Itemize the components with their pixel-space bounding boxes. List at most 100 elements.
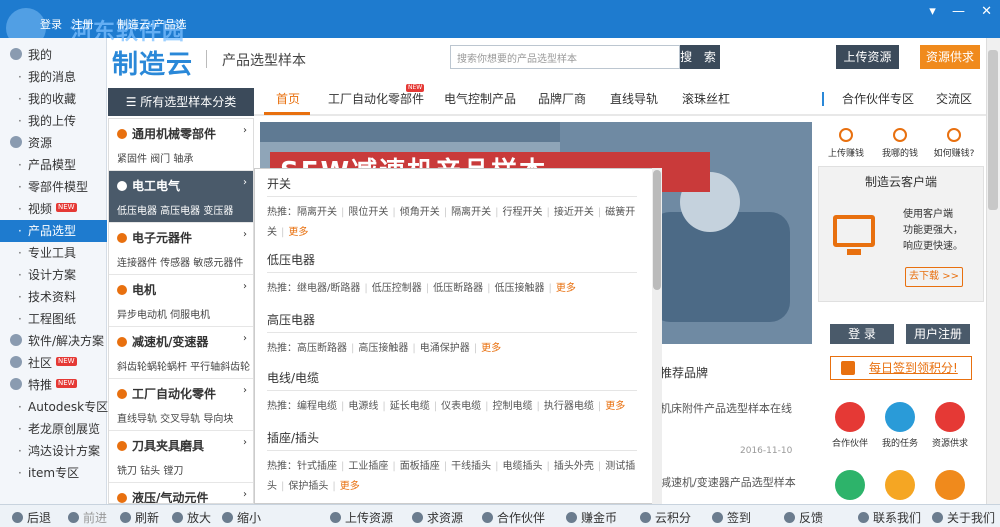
how-earn-link[interactable]: 如何赚钱? <box>926 128 982 159</box>
sidebar-item[interactable]: 视频NEW <box>0 198 107 220</box>
news-link[interactable]: 减速机/变速器产品选型样本 <box>660 474 796 490</box>
minimize-icon[interactable]: — <box>952 4 965 19</box>
more-link[interactable]: 更多 <box>605 401 625 412</box>
dropdown-link[interactable]: 倾角开关 <box>400 207 440 218</box>
sidebar-item[interactable]: 产品选型 <box>0 220 107 242</box>
dropdown-link[interactable]: 工业插座 <box>348 461 388 472</box>
category-item[interactable]: 减速机/变速器 斜齿轮蜗轮蜗杆 平行轴斜齿轮 › <box>109 327 253 379</box>
quick-link[interactable] <box>876 470 924 504</box>
sidebar-item[interactable]: 我的上传 <box>0 110 107 132</box>
quick-link[interactable] <box>826 470 874 504</box>
sidebar-item[interactable]: 我的收藏 <box>0 88 107 110</box>
sidebar-item[interactable]: 我的 <box>0 44 107 66</box>
dropdown-link[interactable]: 编程电缆 <box>297 401 337 412</box>
nav-forum[interactable]: 交流区 <box>936 90 972 107</box>
nav-partner-zone[interactable]: 合作伙伴专区 <box>842 90 914 107</box>
download-button[interactable]: 去下载 >> <box>905 267 963 287</box>
sidebar-item[interactable]: 产品模型 <box>0 154 107 176</box>
dropdown-link[interactable]: 电源线 <box>348 401 378 412</box>
category-item[interactable]: 液压/气动元件 › <box>109 483 253 503</box>
page-scroll-thumb[interactable] <box>988 50 998 210</box>
sidebar-item[interactable]: Autodesk专区 <box>0 396 108 418</box>
category-item[interactable]: 刀具夹具磨具 铣刀 钻头 镗刀 › <box>109 431 253 483</box>
dropdown-link[interactable]: 限位开关 <box>348 207 388 218</box>
upload-resource-button[interactable]: 上传资源 <box>836 45 899 69</box>
dropdown-link[interactable]: 插头外壳 <box>554 461 594 472</box>
category-item[interactable]: 通用机械零部件 紧固件 阀门 轴承 › <box>109 119 253 171</box>
more-link[interactable]: 更多 <box>556 283 576 294</box>
category-subitems[interactable]: 直线导轨 交叉导轨 导向块 <box>117 410 247 425</box>
dropdown-link[interactable]: 面板插座 <box>400 461 440 472</box>
toolbar-button[interactable]: 后退 <box>12 509 51 526</box>
quick-link[interactable] <box>926 470 974 504</box>
dropdown-link[interactable]: 针式插座 <box>297 461 337 472</box>
category-item[interactable]: 电机 异步电动机 伺服电机 › <box>109 275 253 327</box>
sidebar-item[interactable]: 老龙原创展览 <box>0 418 107 440</box>
dropdown-link[interactable]: 高压断路器 <box>297 343 347 354</box>
more-link[interactable]: 更多 <box>340 481 360 492</box>
category-subitems[interactable]: 低压电器 高压电器 变压器 <box>117 202 247 217</box>
toolbar-button[interactable]: 联系我们 <box>858 509 921 526</box>
register-link[interactable]: 注册 <box>72 18 94 31</box>
quick-link[interactable]: 我的任务 <box>876 402 924 449</box>
my-money-link[interactable]: 我哪的钱 <box>872 128 928 159</box>
sidebar-item[interactable]: 技术资料 <box>0 286 107 308</box>
nav-electrical-control[interactable]: 电气控制产品 <box>444 90 516 107</box>
sidebar-item[interactable]: 工程图纸 <box>0 308 107 330</box>
category-subitems[interactable]: 紧固件 阀门 轴承 <box>117 150 247 165</box>
category-subitems[interactable]: 异步电动机 伺服电机 <box>117 306 247 321</box>
sidebar-item[interactable]: 设计方案 <box>0 264 107 286</box>
dropdown-link[interactable]: 电涌保护器 <box>420 343 470 354</box>
sidebar-item[interactable]: 我的消息 <box>0 66 107 88</box>
toolbar-button[interactable]: 缩小 <box>222 509 261 526</box>
dropdown-link[interactable]: 仪表电缆 <box>441 401 481 412</box>
resource-supply-button[interactable]: 资源供求 <box>920 45 980 69</box>
toolbar-button[interactable]: 关于我们 <box>932 509 995 526</box>
dropdown-link[interactable]: 低压接触器 <box>495 283 545 294</box>
toolbar-button[interactable]: 签到 <box>712 509 751 526</box>
nav-brands[interactable]: 品牌厂商 <box>538 90 586 107</box>
upload-earn-link[interactable]: 上传赚钱 <box>818 128 874 159</box>
dropdown-link[interactable]: 接近开关 <box>554 207 594 218</box>
search-input[interactable]: 搜索你想要的产品选型样本 <box>450 45 680 69</box>
register-button[interactable]: 用户注册 <box>906 324 970 344</box>
dropdown-link[interactable]: 执行器电缆 <box>544 401 594 412</box>
more-link[interactable]: 更多 <box>481 343 501 354</box>
category-subitems[interactable]: 连接器件 传感器 敏感元器件 <box>117 254 247 269</box>
menu-icon[interactable]: ▾ <box>929 4 936 19</box>
sidebar-item[interactable]: 专业工具 <box>0 242 107 264</box>
dropdown-link[interactable]: 延长电缆 <box>390 401 430 412</box>
sidebar-item[interactable]: 社区 NEW <box>0 352 107 374</box>
toolbar-button[interactable]: 求资源 <box>412 509 463 526</box>
quick-link[interactable]: 合作伙伴 <box>826 402 874 449</box>
toolbar-button[interactable]: 刷新 <box>120 509 159 526</box>
login-button[interactable]: 登 录 <box>830 324 894 344</box>
sidebar-item[interactable]: item专区 <box>0 462 107 484</box>
dropdown-link[interactable]: 低压断路器 <box>433 283 483 294</box>
dropdown-link[interactable]: 电缆插头 <box>503 461 543 472</box>
nav-ball-screw[interactable]: 滚珠丝杠 <box>682 90 730 107</box>
dropdown-link[interactable]: 控制电缆 <box>493 401 533 412</box>
toolbar-button[interactable]: 放大 <box>172 509 211 526</box>
dropdown-link[interactable]: 保护插头 <box>288 481 328 492</box>
dropdown-link[interactable]: 隔离开关 <box>451 207 491 218</box>
dropdown-link[interactable]: 行程开关 <box>503 207 543 218</box>
daily-signin-link[interactable]: 每日签到领积分! <box>830 356 972 380</box>
category-subitems[interactable]: 铣刀 钻头 镗刀 <box>117 462 247 477</box>
brand-logo[interactable]: 制造云 <box>112 44 193 81</box>
sidebar-item[interactable]: 零部件模型 <box>0 176 107 198</box>
news-link[interactable]: 机床附件产品选型样本在线 <box>660 400 792 416</box>
toolbar-button[interactable]: 前进 <box>68 509 107 526</box>
all-categories-button[interactable]: ☰ 所有选型样本分类 <box>108 88 254 116</box>
dropdown-link[interactable]: 高压接触器 <box>358 343 408 354</box>
dropdown-scroll-thumb[interactable] <box>653 170 661 290</box>
dropdown-link[interactable]: 低压控制器 <box>372 283 422 294</box>
category-item[interactable]: 电子元器件 连接器件 传感器 敏感元器件 › <box>109 223 253 275</box>
sidebar-item[interactable]: 软件/解决方案 <box>0 330 107 352</box>
toolbar-button[interactable]: 反馈 <box>784 509 823 526</box>
category-item[interactable]: 电工电气 低压电器 高压电器 变压器 › <box>109 171 253 223</box>
login-link[interactable]: 登录 <box>40 18 62 31</box>
nav-factory-automation[interactable]: 工厂自动化零部件 <box>328 90 424 107</box>
dropdown-link[interactable]: 继电器/断路器 <box>297 283 360 294</box>
toolbar-button[interactable]: 上传资源 <box>330 509 393 526</box>
